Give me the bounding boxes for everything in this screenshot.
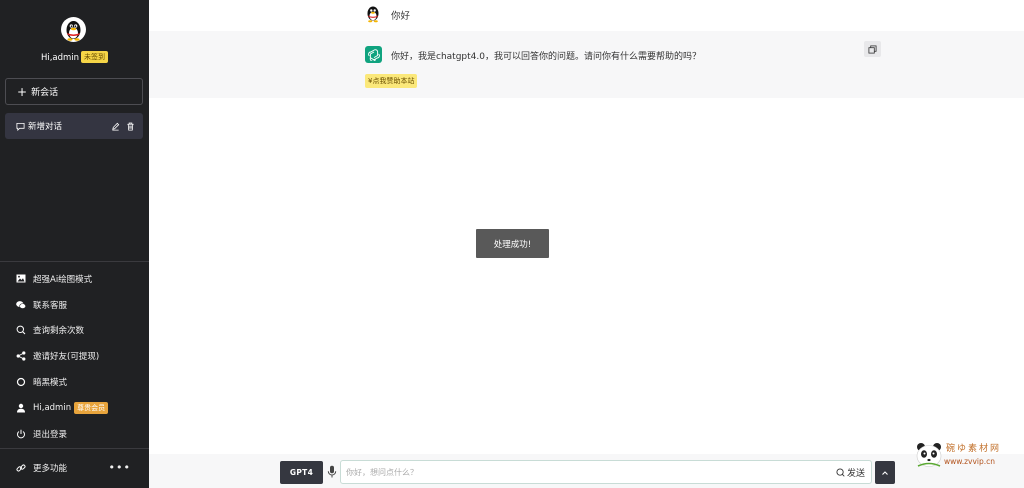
watermark: 碗ゆ素材网 www.zvvip.cn <box>914 438 1024 472</box>
user-message-row: 你好 <box>149 0 1024 31</box>
conversation-title: 新增对话 <box>28 122 63 132</box>
menu-item-ai-drawing[interactable]: 超强Ai绘图模式 <box>0 266 149 292</box>
send-search-icon <box>836 467 845 477</box>
user-greeting-row: Hi,admin 未签到 <box>0 51 149 63</box>
image-icon <box>16 274 26 284</box>
send-button[interactable]: 发送 <box>836 466 865 479</box>
circle-icon <box>16 377 26 387</box>
menu-item-query-remaining[interactable]: 查询剩余次数 <box>0 318 149 344</box>
copy-icon <box>868 44 877 54</box>
more-features-button[interactable]: 更多功能 ••• <box>0 455 149 480</box>
send-label: 发送 <box>846 468 865 479</box>
openai-logo-icon <box>365 46 382 63</box>
menu-item-logout[interactable]: 退出登录 <box>0 421 149 447</box>
signin-badge[interactable]: 未签到 <box>81 51 109 63</box>
model-select-button[interactable]: GPT4 <box>280 461 323 484</box>
conversation-item[interactable]: 新增对话 <box>5 113 143 139</box>
menu-item-dark-mode[interactable]: 暗黑模式 <box>0 369 149 395</box>
chevron-up-icon <box>882 470 888 475</box>
power-icon <box>16 429 26 439</box>
menu-item-label: 邀请好友(可提现) <box>33 352 100 363</box>
input-bar: GPT4 发送 <box>149 454 1024 488</box>
search-icon <box>16 325 26 335</box>
wechat-icon <box>16 300 26 310</box>
sidebar-divider <box>0 261 149 262</box>
sidebar-divider <box>0 448 149 449</box>
menu-item-invite-friends[interactable]: 邀请好友(可提现) <box>0 343 149 369</box>
sidebar-menu: 超强Ai绘图模式 联系客服 查询剩余次数 邀请好友(可提现) 暗黑模式 Hi,a… <box>0 266 149 447</box>
user-greeting: Hi,admin <box>40 53 80 63</box>
menu-item-label: 联系客服 <box>33 300 68 311</box>
menu-item-user[interactable]: Hi,admin 尊贵会员 <box>0 395 149 421</box>
scroll-top-button[interactable] <box>875 461 895 484</box>
qq-penguin-icon <box>367 6 379 23</box>
donate-link[interactable]: ¥点我赞助本站 <box>365 74 418 88</box>
menu-item-label: 查询剩余次数 <box>33 326 85 337</box>
edit-icon[interactable] <box>111 122 120 131</box>
avatar[interactable] <box>61 17 86 42</box>
panda-logo-icon <box>916 443 942 467</box>
sidebar: Hi,admin 未签到 + 新会话 新增对话 超强Ai绘图模式 联系客服 查询… <box>0 0 149 488</box>
more-dots-icon[interactable]: ••• <box>109 461 131 474</box>
new-chat-label: 新会话 <box>31 88 59 98</box>
watermark-url: www.zvvip.cn <box>944 457 996 466</box>
vip-badge: 尊贵会员 <box>74 401 109 414</box>
menu-item-label: Hi,admin <box>33 402 72 413</box>
copy-button[interactable] <box>864 41 881 57</box>
qq-penguin-icon <box>66 21 81 41</box>
menu-item-label: 暗黑模式 <box>33 378 68 389</box>
watermark-title: 碗ゆ素材网 <box>946 444 1002 454</box>
share-icon <box>16 351 26 361</box>
microphone-icon[interactable] <box>327 465 337 479</box>
bot-message-row: 你好，我是chatgpt4.0，我可以回答你的问题。请问你有什么需要帮助的吗？ … <box>149 31 1024 98</box>
menu-item-contact-support[interactable]: 联系客服 <box>0 292 149 318</box>
message-input-box[interactable]: 发送 <box>340 460 872 484</box>
user-message-text: 你好 <box>391 11 411 22</box>
message-input[interactable] <box>346 467 836 477</box>
user-icon <box>16 403 26 413</box>
more-features-label: 更多功能 <box>33 463 68 474</box>
bot-message-text: 你好，我是chatgpt4.0，我可以回答你的问题。请问你有什么需要帮助的吗？ <box>391 52 701 62</box>
trash-icon[interactable] <box>126 122 135 131</box>
menu-item-label: 超强Ai绘图模式 <box>33 274 93 285</box>
chat-main: 你好 你好，我是chatgpt4.0，我可以回答你的问题。请问你有什么需要帮助的… <box>149 0 1024 488</box>
menu-item-label: 退出登录 <box>33 429 68 440</box>
link-icon <box>16 463 26 473</box>
message-icon <box>16 122 25 131</box>
new-chat-button[interactable]: + 新会话 <box>5 78 143 105</box>
plus-icon: + <box>17 84 28 99</box>
success-toast: 处理成功! <box>476 229 549 258</box>
